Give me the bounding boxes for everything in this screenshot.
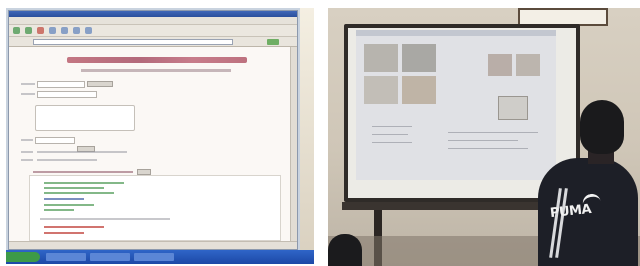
- favorites-icon: [85, 27, 92, 34]
- address-bar: [9, 37, 297, 47]
- status-bar: [9, 241, 297, 249]
- form-text-blurred: [37, 151, 127, 153]
- projected-text-line: [448, 140, 518, 141]
- projected-text-line: [372, 126, 412, 127]
- desktop-strip: [300, 8, 314, 264]
- taskbar-item: [134, 253, 174, 261]
- projected-text-line: [448, 148, 528, 149]
- projected-text-line: [372, 134, 408, 135]
- result-line: [44, 198, 84, 200]
- projected-figure: [488, 54, 512, 76]
- person-head: [580, 100, 624, 154]
- form-label-blurred: [21, 93, 35, 95]
- forward-icon: [25, 27, 32, 34]
- section-header-blurred: [33, 171, 133, 173]
- projected-image-thumb: [402, 44, 436, 72]
- result-line: [44, 192, 114, 194]
- result-line: [44, 209, 74, 211]
- form-field: [35, 137, 75, 144]
- form-text-blurred: [37, 159, 97, 161]
- taskbar-item: [90, 253, 130, 261]
- page-title-blurred: [67, 57, 247, 63]
- projected-text-line: [372, 142, 412, 143]
- browser-window: [8, 10, 298, 250]
- projected-image-thumb: [402, 76, 436, 104]
- taskbar: [6, 250, 314, 264]
- form-label-blurred: [21, 139, 33, 141]
- scrollbar: [290, 47, 297, 243]
- browser-toolbar: [9, 25, 297, 37]
- form-field: [37, 81, 85, 88]
- url-field: [33, 39, 233, 45]
- stop-icon: [37, 27, 44, 34]
- home-icon: [61, 27, 68, 34]
- result-line: [44, 204, 94, 206]
- browser-menubar: [9, 17, 297, 25]
- taskbar-item: [46, 253, 86, 261]
- form-field: [37, 91, 97, 98]
- page-subtitle-blurred: [81, 69, 231, 72]
- projected-image-thumb: [364, 44, 398, 72]
- result-box: [29, 175, 281, 241]
- projected-diagram: [498, 96, 528, 120]
- go-icon: [267, 39, 279, 45]
- projected-toolbar: [356, 30, 556, 36]
- form-label-blurred: [21, 151, 33, 153]
- web-page-content: [9, 47, 297, 243]
- result-line: [40, 218, 170, 220]
- search-icon: [73, 27, 80, 34]
- projected-image-thumb: [364, 76, 398, 104]
- classroom-photo: PUMA: [328, 8, 640, 266]
- projected-text-line: [448, 132, 538, 133]
- form-textarea: [35, 105, 135, 131]
- result-line: [44, 232, 84, 234]
- start-button: [6, 252, 40, 262]
- form-label-blurred: [21, 159, 33, 161]
- refresh-icon: [49, 27, 56, 34]
- result-line: [44, 182, 124, 184]
- projected-figure: [516, 54, 540, 76]
- result-line: [44, 226, 104, 228]
- browser-screenshot-photo: [6, 8, 314, 264]
- form-label-blurred: [21, 83, 35, 85]
- person-head-foreground: [328, 234, 362, 266]
- back-icon: [13, 27, 20, 34]
- image-canvas: PUMA: [0, 0, 640, 266]
- result-line: [44, 187, 104, 189]
- form-button: [87, 81, 113, 87]
